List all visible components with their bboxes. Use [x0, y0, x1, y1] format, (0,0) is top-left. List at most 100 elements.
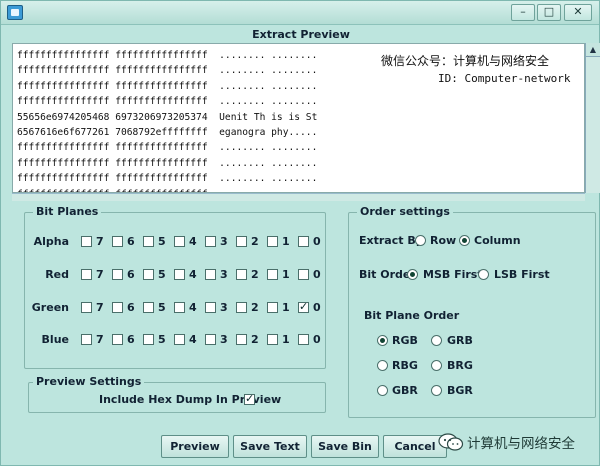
bpo-gbr-label: GBR: [392, 384, 418, 397]
hex-dump-lines: ffffffffffffffff ffffffffffffffff ......…: [17, 48, 318, 192]
green-bit-1-checkbox[interactable]: [267, 302, 278, 313]
bit-plane-row-label-green: Green: [31, 301, 69, 314]
preview-settings-group: Preview Settings Include Hex Dump In Pre…: [28, 375, 326, 413]
save-bin-button[interactable]: Save Bin: [311, 435, 379, 458]
preview-title: Extract Preview: [252, 28, 350, 41]
alpha-bit-1-checkbox[interactable]: [267, 236, 278, 247]
blue-bit-7-label: 7: [96, 333, 104, 346]
bpo-rgb-label: RGB: [392, 334, 418, 347]
close-button[interactable]: ✕: [564, 4, 592, 21]
red-bit-4-label: 4: [189, 268, 197, 281]
green-bit-0-label: 0: [313, 301, 321, 314]
green-bit-7-checkbox[interactable]: [81, 302, 92, 313]
bpo-grb-label: GRB: [447, 334, 473, 347]
horizontal-scrollbar[interactable]: [12, 193, 585, 201]
alpha-bit-3-label: 3: [220, 235, 228, 248]
red-bit-1-checkbox[interactable]: [267, 269, 278, 280]
blue-bit-2-label: 2: [251, 333, 259, 346]
green-bit-6-label: 6: [127, 301, 135, 314]
red-bit-7-checkbox[interactable]: [81, 269, 92, 280]
green-bit-3-checkbox[interactable]: [205, 302, 216, 313]
blue-bit-4-checkbox[interactable]: [174, 334, 185, 345]
bpo-bgr-label: BGR: [447, 384, 473, 397]
hex-dump-line: ffffffffffffffff ffffffffffffffff ......…: [17, 50, 318, 61]
alpha-bit-2-checkbox[interactable]: [236, 236, 247, 247]
red-bit-0-label: 0: [313, 268, 321, 281]
extract-by-column-radio[interactable]: [459, 235, 470, 246]
bpo-rbg-label: RBG: [392, 359, 418, 372]
green-bit-5-label: 5: [158, 301, 166, 314]
extract-by-row-radio[interactable]: [415, 235, 426, 246]
scroll-up-arrow-icon[interactable]: ▲: [586, 43, 600, 57]
red-bit-7-label: 7: [96, 268, 104, 281]
green-bit-2-checkbox[interactable]: [236, 302, 247, 313]
alpha-bit-3-checkbox[interactable]: [205, 236, 216, 247]
hex-dump-line: ffffffffffffffff ffffffffffffffff ......…: [17, 65, 318, 77]
hex-dump-line: ffffffffffffffff ffffffffffffffff ......…: [17, 173, 318, 185]
green-bit-3-label: 3: [220, 301, 228, 314]
red-bit-6-label: 6: [127, 268, 135, 281]
bit-plane-row-label-blue: Blue: [41, 333, 69, 346]
red-bit-3-checkbox[interactable]: [205, 269, 216, 280]
blue-bit-3-checkbox[interactable]: [205, 334, 216, 345]
red-bit-2-checkbox[interactable]: [236, 269, 247, 280]
alpha-bit-6-label: 6: [127, 235, 135, 248]
extract-preview-window: – □ ✕ Extract Preview ffffffffffffffff f…: [0, 0, 600, 466]
green-bit-6-checkbox[interactable]: [112, 302, 123, 313]
alpha-bit-6-checkbox[interactable]: [112, 236, 123, 247]
bpo-brg-radio[interactable]: [431, 360, 442, 371]
app-icon: [7, 5, 23, 20]
bit-plane-order-label: Bit Plane Order: [364, 309, 460, 322]
bit-order-msb-radio[interactable]: [407, 269, 418, 280]
red-bit-4-checkbox[interactable]: [174, 269, 185, 280]
maximize-icon: □: [543, 5, 555, 18]
save-text-button[interactable]: Save Text: [233, 435, 307, 458]
blue-bit-3-label: 3: [220, 333, 228, 346]
red-bit-6-checkbox[interactable]: [112, 269, 123, 280]
order-settings-legend: Order settings: [357, 205, 453, 218]
alpha-bit-5-label: 5: [158, 235, 166, 248]
minimize-button[interactable]: –: [511, 4, 535, 21]
hex-dump-line: 55656e6974205468 6973206973205374 Uenit …: [17, 111, 318, 123]
title-bar[interactable]: – □ ✕: [1, 1, 599, 25]
blue-bit-2-checkbox[interactable]: [236, 334, 247, 345]
alpha-bit-7-label: 7: [96, 235, 104, 248]
bit-plane-row-label-red: Red: [45, 268, 69, 281]
blue-bit-1-checkbox[interactable]: [267, 334, 278, 345]
hex-dump-checkbox[interactable]: [244, 392, 255, 405]
blue-bit-0-label: 0: [313, 333, 321, 346]
green-bit-0-checkbox[interactable]: [298, 300, 309, 313]
hex-dump-line: 6567616e6f677261 7068792effffffff eganog…: [17, 127, 318, 139]
order-settings-group: Order settings Extract By Row Column Bit…: [348, 205, 596, 418]
bpo-grb-radio[interactable]: [431, 335, 442, 346]
blue-bit-7-checkbox[interactable]: [81, 334, 92, 345]
red-bit-0-checkbox[interactable]: [298, 269, 309, 280]
blue-bit-5-checkbox[interactable]: [143, 334, 154, 345]
alpha-bit-5-checkbox[interactable]: [143, 236, 154, 247]
blue-bit-0-checkbox[interactable]: [298, 334, 309, 345]
bpo-gbr-radio[interactable]: [377, 385, 388, 396]
green-bit-4-label: 4: [189, 301, 197, 314]
hex-dump-line: ffffffffffffffff ffffffffffffffff ......…: [17, 142, 318, 154]
alpha-bit-0-checkbox[interactable]: [298, 236, 309, 247]
blue-bit-6-checkbox[interactable]: [112, 334, 123, 345]
preview-button[interactable]: Preview: [161, 435, 229, 458]
red-bit-5-checkbox[interactable]: [143, 269, 154, 280]
maximize-button[interactable]: □: [537, 4, 561, 21]
bpo-rbg-radio[interactable]: [377, 360, 388, 371]
wechat-logo-icon: [438, 433, 464, 451]
overlay-text-line-1: 微信公众号：计算机与网络安全: [381, 54, 550, 68]
vertical-scrollbar[interactable]: ▲: [585, 43, 600, 193]
alpha-bit-4-checkbox[interactable]: [174, 236, 185, 247]
red-bit-1-label: 1: [282, 268, 290, 281]
alpha-bit-1-label: 1: [282, 235, 290, 248]
preview-text-area[interactable]: ffffffffffffffff ffffffffffffffff ......…: [12, 43, 585, 193]
bit-planes-group: Bit Planes Alpha 7 6 5 4 3 2 1 0 Red 7 6 5 4 3 2 1 0 Green…: [24, 205, 326, 369]
green-bit-4-checkbox[interactable]: [174, 302, 185, 313]
bit-order-lsb-radio[interactable]: [478, 269, 489, 280]
alpha-bit-7-checkbox[interactable]: [81, 236, 92, 247]
bpo-rgb-radio[interactable]: [377, 335, 388, 346]
extract-by-label: Extract By: [359, 234, 423, 247]
green-bit-5-checkbox[interactable]: [143, 302, 154, 313]
bpo-bgr-radio[interactable]: [431, 385, 442, 396]
